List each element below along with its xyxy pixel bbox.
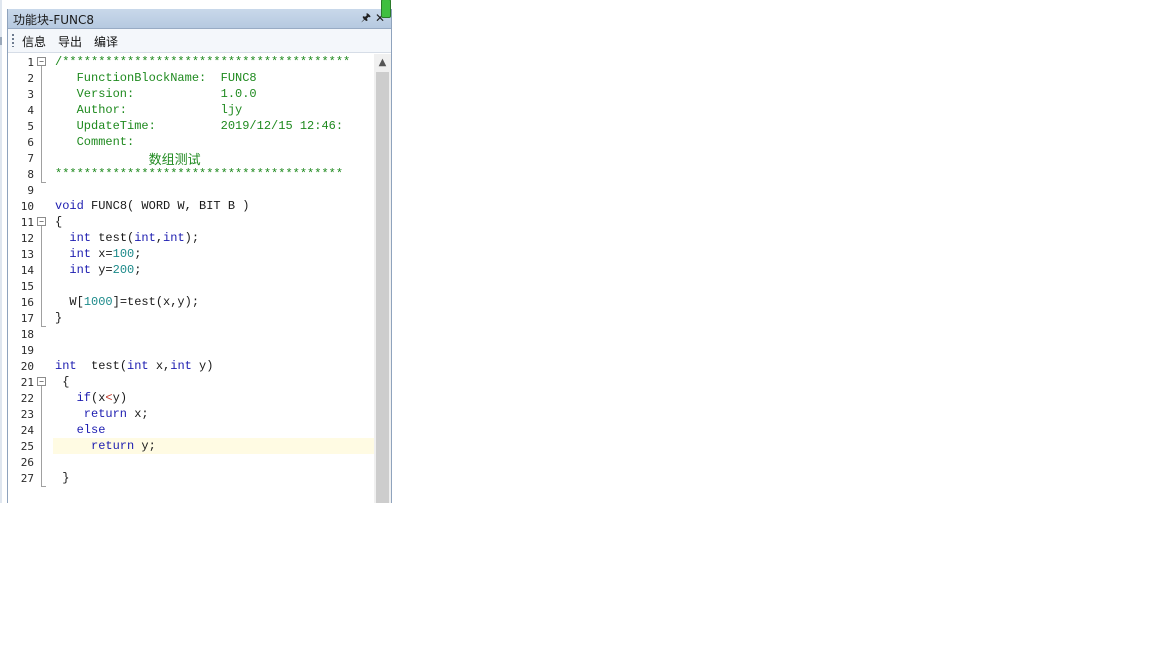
code-text: **************************************** [55,167,344,181]
panel-toolbar: 信息 导出 编译 [8,29,391,53]
resize-handle[interactable] [381,0,391,18]
code-text: if(x<y) [55,391,128,405]
line-number: 20 [20,360,34,373]
code-text: void FUNC8( WORD W, BIT B ) [55,199,250,213]
line-number: 10 [20,200,34,213]
line-number: 27 [20,472,34,485]
line-number: 4 [27,104,34,117]
line-number: 19 [20,344,34,357]
line-number: 1 [27,56,34,69]
code-line: 20 int test(int x,int y) [8,358,374,374]
function-block-panel: 功能块-FUNC8 🖈 ✕ 信息 导出 编译 1 − /************… [7,0,392,503]
line-number: 24 [20,424,34,437]
code-line: 6 Comment: [8,134,374,150]
code-line: 22 if(x<y) [8,390,374,406]
line-number: 6 [27,136,34,149]
code-text: Version: 1.0.0 [55,87,257,101]
code-text: { [55,215,63,229]
code-line: 4 Author: ljy [8,102,374,118]
scrollbar-thumb[interactable] [376,72,389,503]
code-text: return x; [55,407,149,421]
fold-guide-end [41,486,46,487]
panel-title: 功能块-FUNC8 [13,13,95,27]
code-text: int x=100; [55,247,142,261]
fold-collapse-icon[interactable]: − [37,377,46,386]
code-line: 2 FunctionBlockName: FUNC8 [8,70,374,86]
dock-tab-marker [0,37,2,45]
code-line: 11 − { [8,214,374,230]
code-text: return y; [55,439,156,453]
code-line: 24 else [8,422,374,438]
code-text: int test(int,int); [55,231,200,245]
code-line: 26 [8,454,374,470]
code-line-current: 25 return y; [8,438,374,454]
line-number: 21 [20,376,34,389]
fold-collapse-icon[interactable]: − [37,217,46,226]
scroll-up-icon[interactable]: ▲ [374,54,391,71]
code-line: 19 [8,342,374,358]
code-text: else [55,423,106,437]
code-text: int test(int x,int y) [55,359,214,373]
code-text: FunctionBlockName: FUNC8 [55,71,257,85]
line-number: 18 [20,328,34,341]
line-number: 2 [27,72,34,85]
code-text: } [55,311,63,325]
code-text: } [55,471,70,485]
line-number: 16 [20,296,34,309]
code-line: 10 void FUNC8( WORD W, BIT B ) [8,198,374,214]
line-number: 23 [20,408,34,421]
code-text: Comment: [55,135,135,149]
line-number: 13 [20,248,34,261]
line-number: 17 [20,312,34,325]
code-line: 27 } [8,470,374,486]
export-button[interactable]: 导出 [56,32,84,51]
code-text: W[1000]=test(x,y); [55,295,200,309]
line-number: 11 [20,216,34,229]
line-number: 14 [20,264,34,277]
code-editor[interactable]: 1 − /***********************************… [8,54,391,503]
code-line: 3 Version: 1.0.0 [8,86,374,102]
code-text: int y=200; [55,263,142,277]
line-number: 3 [27,88,34,101]
code-line: 17 } [8,310,374,326]
code-text: Author: ljy [55,103,243,117]
code-line: 23 return x; [8,406,374,422]
code-line: 8 **************************************… [8,166,374,182]
line-number: 15 [20,280,34,293]
code-text: { [55,375,70,389]
code-line: 13 int x=100; [8,246,374,262]
line-number: 22 [20,392,34,405]
line-number: 8 [27,168,34,181]
code-line: 12 int test(int,int); [8,230,374,246]
line-number: 26 [20,456,34,469]
info-button[interactable]: 信息 [20,32,48,51]
code-line: 14 int y=200; [8,262,374,278]
code-line: 1 − /***********************************… [8,54,374,70]
code-line: 9 [8,182,374,198]
panel-titlebar[interactable]: 功能块-FUNC8 🖈 ✕ [8,0,391,29]
line-number: 7 [27,152,34,165]
code-line: 15 [8,278,374,294]
code-line: 16 W[1000]=test(x,y); [8,294,374,310]
line-number: 9 [27,184,34,197]
line-number: 12 [20,232,34,245]
code-line: 18 [8,326,374,342]
compile-button[interactable]: 编译 [92,32,120,51]
line-number: 5 [27,120,34,133]
code-text: UpdateTime: 2019/12/15 12:46: [55,119,344,133]
line-number: 25 [20,440,34,453]
code-line: 5 UpdateTime: 2019/12/15 12:46: [8,118,374,134]
fold-collapse-icon[interactable]: − [37,57,46,66]
code-line: 7 数组测试 [8,150,374,168]
toolbar-grip-icon[interactable] [12,34,14,47]
pin-icon[interactable]: 🖈 [360,10,372,26]
code-text: /***************************************… [55,55,351,69]
left-dock-strip [0,0,2,503]
code-line: 21 − { [8,374,374,390]
vertical-scrollbar[interactable]: ▲ [374,54,391,503]
